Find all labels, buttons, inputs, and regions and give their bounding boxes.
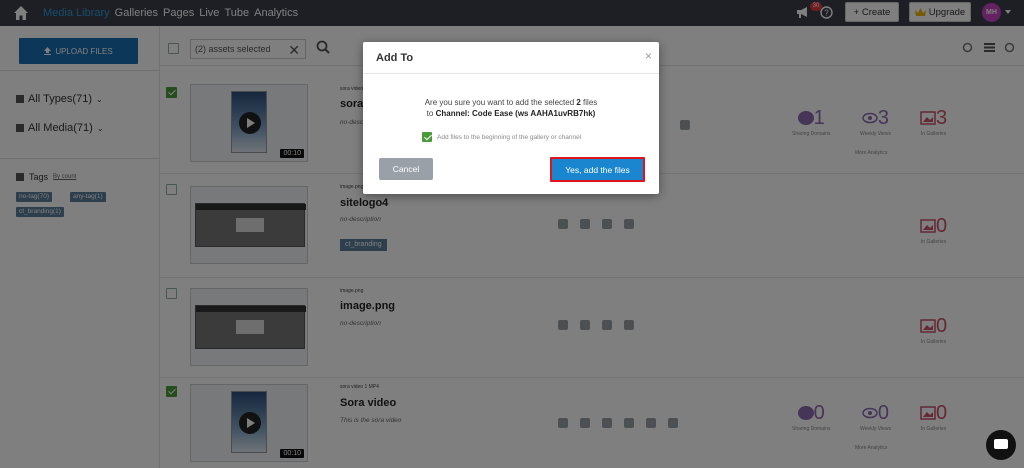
- add-to-beginning-checkbox[interactable]: [422, 132, 432, 142]
- checkbox-label: Add files to the beginning of the galler…: [437, 133, 582, 141]
- confirm-add-button[interactable]: Yes, add the files: [550, 157, 645, 182]
- cancel-button[interactable]: Cancel: [379, 158, 433, 180]
- dialog-message: Are you sure you want to add the selecte…: [363, 97, 659, 119]
- chat-icon[interactable]: [986, 430, 1016, 460]
- msg-text: to: [426, 109, 436, 118]
- msg-target: Channel: Code Ease (ws AAHA1uvRB7hk): [435, 109, 596, 118]
- dialog-title: Add To: [376, 52, 414, 64]
- add-to-beginning-option[interactable]: Add files to the beginning of the galler…: [422, 132, 581, 142]
- dialog-header: Add To ×: [363, 42, 659, 74]
- close-icon[interactable]: ×: [645, 49, 652, 63]
- add-to-dialog: Add To × Are you sure you want to add th…: [363, 42, 659, 194]
- msg-text: Are you sure you want to add the selecte…: [424, 98, 577, 107]
- msg-text: files: [580, 98, 598, 107]
